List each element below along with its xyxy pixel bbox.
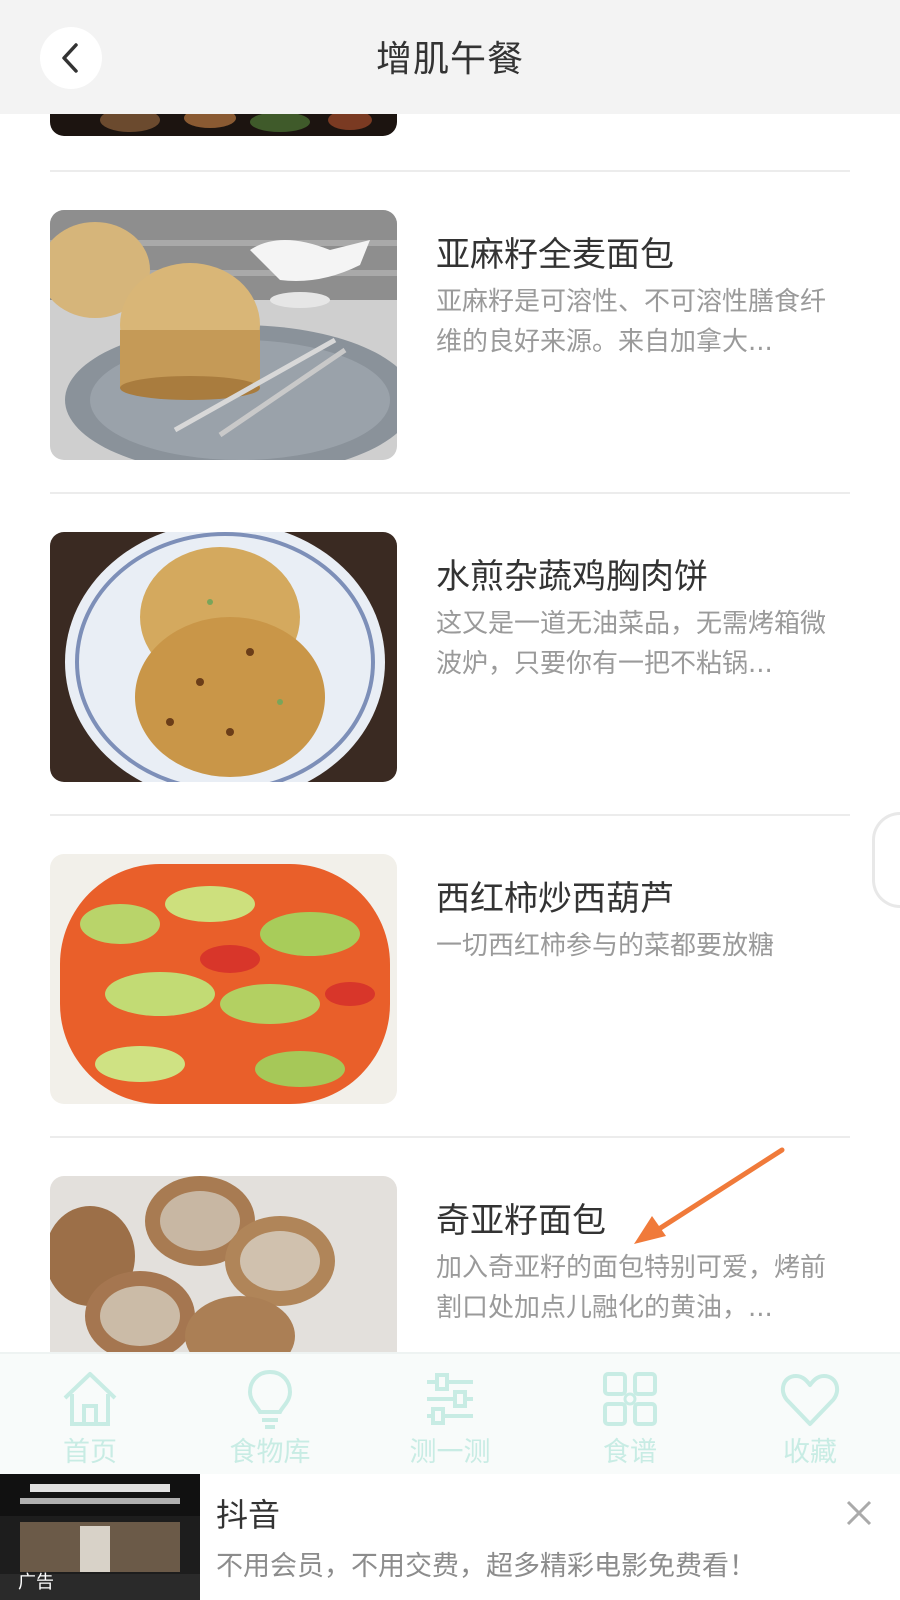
recipe-description: 这又是一道无油菜品，无需烤箱微波炉，只要你有一把不粘锅... bbox=[436, 609, 827, 679]
tab-label: 食谱 bbox=[603, 1437, 657, 1468]
grid-icon bbox=[603, 1372, 657, 1426]
recipe-description: 亚麻籽是可溶性、不可溶性膳食纤维的良好来源。来自加拿大... bbox=[436, 287, 827, 357]
ad-title: 抖音 bbox=[216, 1496, 281, 1534]
ad-thumbnail: 广告 bbox=[0, 1474, 200, 1600]
tab-home[interactable]: 首页 bbox=[0, 1354, 180, 1476]
lightbulb-icon bbox=[247, 1369, 293, 1429]
home-icon bbox=[63, 1372, 117, 1426]
tab-label: 食物库 bbox=[229, 1437, 311, 1468]
recipe-item[interactable]: 亚麻籽全麦面包 亚麻籽是可溶性、不可溶性膳食纤维的良好来源。来自加拿大... bbox=[0, 170, 900, 498]
recipe-image bbox=[50, 854, 397, 1104]
recipe-title: 亚麻籽全麦面包 bbox=[436, 235, 674, 275]
recipe-description: 一切西红柿参与的菜都要放糖 bbox=[436, 931, 775, 961]
tab-label: 收藏 bbox=[783, 1437, 837, 1468]
bottom-tab-bar: 首页 食物库 测一测 食谱 收藏 bbox=[0, 1352, 900, 1474]
tab-test[interactable]: 测一测 bbox=[360, 1354, 540, 1476]
recipe-image bbox=[50, 210, 397, 460]
close-icon[interactable] bbox=[842, 1496, 876, 1530]
recipe-title: 西红柿炒西葫芦 bbox=[436, 879, 674, 919]
tab-favorites[interactable]: 收藏 bbox=[720, 1354, 900, 1476]
heart-icon bbox=[780, 1374, 840, 1426]
divider bbox=[50, 1136, 850, 1138]
recipe-item[interactable]: 水煎杂蔬鸡胸肉饼 这又是一道无油菜品，无需烤箱微波炉，只要你有一把不粘锅... bbox=[0, 492, 900, 820]
recipe-image bbox=[50, 532, 397, 782]
ad-label: 广告 bbox=[18, 1572, 54, 1593]
recipe-image bbox=[50, 1176, 397, 1352]
tab-recipes[interactable]: 食谱 bbox=[540, 1354, 720, 1476]
sliders-icon bbox=[427, 1373, 473, 1425]
page-title: 增肌午餐 bbox=[375, 39, 524, 80]
divider bbox=[50, 814, 850, 816]
top-bar: 增肌午餐 bbox=[0, 0, 900, 114]
tab-label: 首页 bbox=[63, 1437, 117, 1468]
tab-food-library[interactable]: 食物库 bbox=[180, 1354, 360, 1476]
recipe-item[interactable]: 西红柿炒西葫芦 一切西红柿参与的菜都要放糖 bbox=[0, 814, 900, 1142]
ad-banner[interactable]: 广告 抖音 不用会员，不用交费，超多精彩电影免费看！ bbox=[0, 1474, 900, 1600]
recipe-title: 水煎杂蔬鸡胸肉饼 bbox=[436, 557, 708, 597]
scroll-handle[interactable] bbox=[872, 812, 900, 908]
divider bbox=[50, 170, 850, 172]
divider bbox=[50, 492, 850, 494]
annotation-arrow-icon bbox=[634, 1147, 785, 1244]
recipe-description: 加入奇亚籽的面包特别可爱，烤前割口处加点儿融化的黄油，... bbox=[436, 1253, 827, 1323]
ad-description: 不用会员，不用交费，超多精彩电影免费看！ bbox=[216, 1551, 756, 1582]
previous-recipe-image[interactable] bbox=[50, 114, 397, 136]
tab-label: 测一测 bbox=[409, 1437, 491, 1468]
